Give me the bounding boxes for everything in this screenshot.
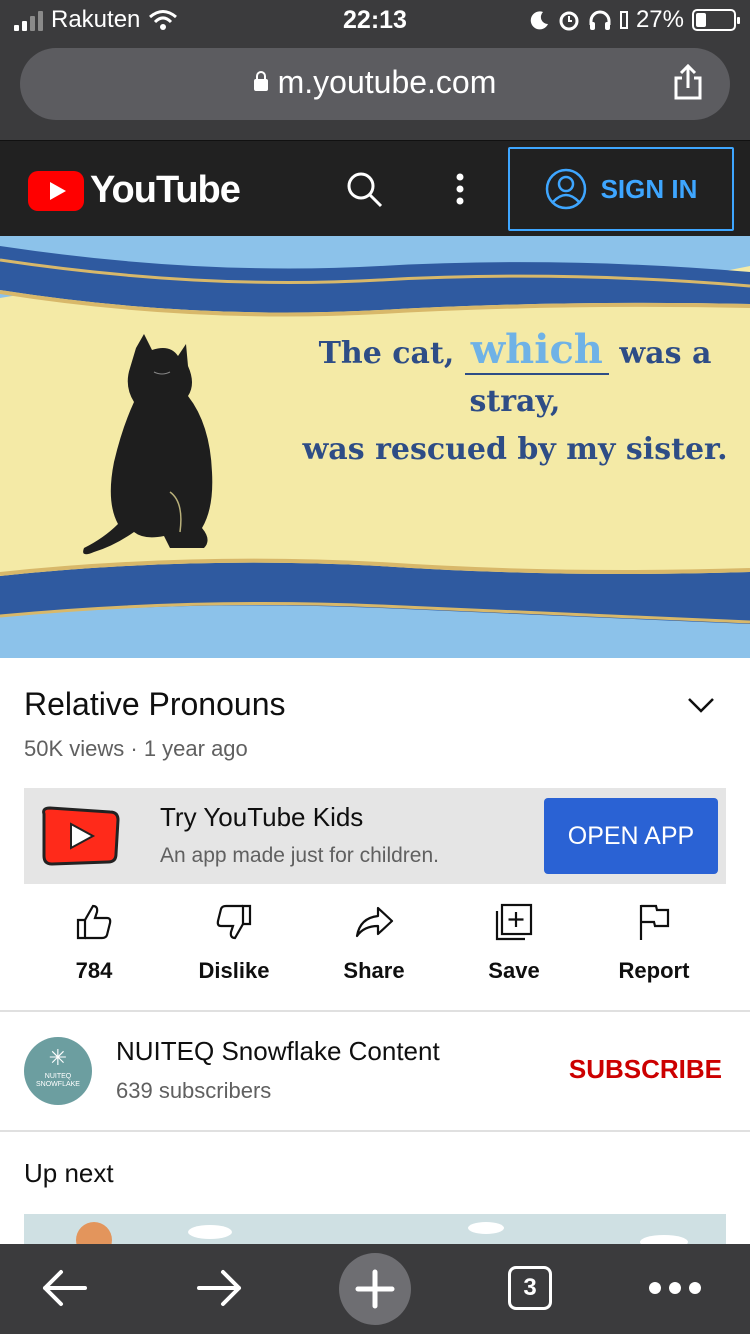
sign-in-label: SIGN IN bbox=[600, 173, 698, 204]
chevron-down-icon[interactable] bbox=[686, 694, 716, 716]
thumbs-down-icon bbox=[216, 904, 252, 940]
channel-name[interactable]: NUITEQ Snowflake Content bbox=[116, 1036, 440, 1067]
arrow-right-icon bbox=[197, 1270, 241, 1306]
alarm-icon bbox=[559, 11, 579, 31]
video-player[interactable]: The cat, which was a stray, was rescued … bbox=[0, 236, 750, 658]
kids-promo-subtitle: An app made just for children. bbox=[160, 844, 439, 867]
youtube-logo[interactable]: YouTube bbox=[28, 169, 241, 212]
thumbs-up-icon bbox=[76, 904, 112, 940]
share-icon[interactable] bbox=[672, 62, 704, 102]
save-button[interactable]: Save bbox=[444, 896, 584, 984]
share-button[interactable]: Share bbox=[304, 896, 444, 984]
youtube-kids-promo: Try YouTube Kids An app made just for ch… bbox=[24, 788, 726, 884]
dislike-label: Dislike bbox=[198, 958, 270, 983]
status-bar: Rakuten 22:13 27% bbox=[0, 0, 750, 42]
share-arrow-icon bbox=[355, 906, 394, 938]
up-next-heading: Up next bbox=[24, 1158, 114, 1188]
youtube-play-icon bbox=[28, 170, 84, 211]
plus-icon bbox=[355, 1269, 395, 1309]
more-horiz-icon bbox=[649, 1282, 701, 1294]
status-right: 27% bbox=[530, 6, 740, 34]
address-bar[interactable]: m.youtube.com bbox=[20, 48, 730, 120]
video-actions: 784 Dislike Share Save Report bbox=[24, 896, 726, 1010]
snowflake-icon: ✳ bbox=[48, 1045, 68, 1070]
like-count: 784 bbox=[75, 958, 113, 983]
headphones-icon bbox=[589, 10, 611, 30]
like-button[interactable]: 784 bbox=[24, 896, 164, 984]
account-icon bbox=[545, 168, 586, 210]
browser-toolbar: 3 bbox=[0, 1244, 750, 1334]
menu-button[interactable] bbox=[640, 1258, 710, 1318]
tabs-button[interactable]: 3 bbox=[500, 1258, 560, 1318]
video-caption: The cat, which was a stray, was rescued … bbox=[290, 326, 740, 474]
add-to-playlist-icon bbox=[495, 903, 533, 941]
new-tab-button[interactable] bbox=[339, 1253, 411, 1325]
subscriber-count: 639 subscribers bbox=[116, 1078, 272, 1103]
avatar-text: NUITEQ SNOWFLAKE bbox=[36, 1073, 80, 1088]
caption-line-2: was rescued by my sister. bbox=[302, 432, 728, 467]
black-cat-illustration bbox=[83, 334, 213, 555]
youtube-wordmark: YouTube bbox=[90, 169, 241, 211]
back-button[interactable] bbox=[34, 1258, 94, 1318]
kids-promo-title: Try YouTube Kids bbox=[160, 802, 364, 832]
open-app-button[interactable]: OPEN APP bbox=[544, 798, 718, 874]
lock-icon bbox=[253, 71, 268, 91]
battery-small-icon bbox=[619, 11, 628, 29]
battery-percent: 27% bbox=[635, 6, 684, 33]
video-title[interactable]: Relative Pronouns bbox=[24, 686, 285, 723]
sign-in-button[interactable]: SIGN IN bbox=[508, 147, 734, 231]
report-label: Report bbox=[618, 958, 690, 983]
arrow-left-icon bbox=[43, 1270, 87, 1306]
browser-top-chrome: Rakuten 22:13 27% m.youtube.com bbox=[0, 0, 750, 140]
channel-avatar[interactable]: ✳ NUITEQ SNOWFLAKE bbox=[24, 1037, 92, 1105]
video-meta: 50K views · 1 year ago bbox=[24, 736, 248, 761]
save-label: Save bbox=[488, 958, 540, 983]
caption-line-1: The cat, which was a stray, bbox=[290, 326, 740, 426]
forward-button[interactable] bbox=[190, 1258, 250, 1318]
search-icon[interactable] bbox=[344, 169, 384, 209]
url-text: m.youtube.com bbox=[277, 64, 497, 100]
share-label: Share bbox=[343, 958, 405, 983]
caption-part-1: The cat, bbox=[318, 336, 455, 371]
dislike-button[interactable]: Dislike bbox=[164, 896, 304, 984]
tab-count: 3 bbox=[508, 1266, 552, 1310]
caption-blank-word: which bbox=[464, 326, 609, 375]
url-display: m.youtube.com bbox=[20, 64, 730, 101]
youtube-kids-icon bbox=[42, 806, 120, 866]
flag-icon bbox=[639, 904, 670, 940]
youtube-header: YouTube SIGN IN bbox=[0, 140, 750, 236]
divider bbox=[0, 1130, 750, 1132]
more-vert-icon[interactable] bbox=[448, 169, 472, 209]
divider bbox=[0, 1010, 750, 1012]
battery-icon bbox=[692, 9, 740, 31]
moon-icon bbox=[530, 11, 548, 30]
subscribe-button[interactable]: SUBSCRIBE bbox=[569, 1054, 722, 1085]
report-button[interactable]: Report bbox=[584, 896, 724, 984]
